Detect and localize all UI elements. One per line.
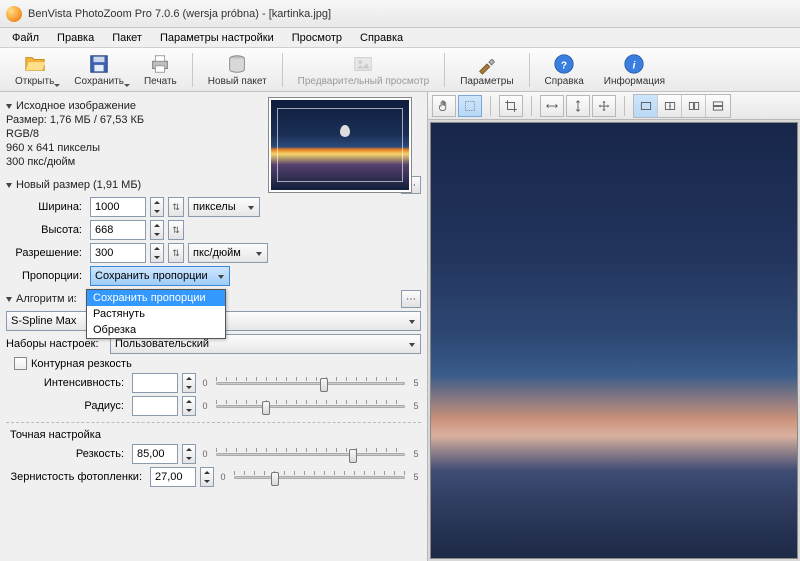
thumbnail[interactable] [269,98,411,192]
window-title: BenVista PhotoZoom Pro 7.0.6 (wersja pró… [28,8,331,20]
edge-sharpness-checkbox[interactable] [14,357,27,370]
lock-aspect-button[interactable]: ⇅ [168,197,184,217]
view-split-horiz-button[interactable] [706,95,730,117]
main-toolbar: Открыть Сохранить Печать Новый пакет Пре… [0,48,800,92]
split-view-group [633,94,731,118]
height-input[interactable] [90,220,146,240]
sharpness-spinner[interactable] [182,444,196,464]
height-spinner[interactable] [150,220,164,240]
folder-open-icon [24,53,46,75]
radius-label: Радиус: [6,400,128,412]
chevron-down-icon [54,84,60,87]
menubar: Файл Правка Пакет Параметры настройки Пр… [0,28,800,48]
toolbar-separator [529,53,530,87]
menu-view[interactable]: Просмотр [284,30,350,46]
right-panel [428,92,800,561]
params-button[interactable]: Параметры [451,50,522,90]
intensity-input[interactable] [132,373,178,393]
toolbar-separator [282,53,283,87]
radius-spinner[interactable] [182,396,196,416]
intensity-spinner[interactable] [182,373,196,393]
ratio-dropdown: Сохранить пропорции Растянуть Обрезка [86,289,226,339]
intensity-label: Интенсивность: [6,377,128,389]
menu-help[interactable]: Справка [352,30,411,46]
menu-file[interactable]: Файл [4,30,47,46]
database-icon [226,53,248,75]
fine-header: Точная настройка [10,429,417,441]
sharpness-input[interactable] [132,444,178,464]
floppy-icon [88,53,110,75]
width-label: Ширина: [6,201,86,213]
info-icon: i [623,53,645,75]
ratio-option-keep[interactable]: Сохранить пропорции [87,290,225,306]
menu-edit[interactable]: Правка [49,30,102,46]
ratio-option-crop[interactable]: Обрезка [87,322,225,338]
grain-slider[interactable] [232,467,407,487]
lock-aspect-button[interactable]: ⇅ [168,243,184,263]
open-button[interactable]: Открыть [6,50,63,90]
width-spinner[interactable] [150,197,164,217]
image-preview[interactable] [430,122,798,559]
preset-label: Наборы настроек: [6,338,106,350]
printer-icon [149,53,171,75]
ratio-option-stretch[interactable]: Растянуть [87,306,225,322]
ratio-label: Пропорции: [6,270,86,282]
info-button[interactable]: i Информация [595,50,674,90]
chevron-down-icon [124,84,130,87]
resolution-label: Разрешение: [6,247,86,259]
svg-text:i: i [633,60,636,71]
new-batch-button[interactable]: Новый пакет [199,50,276,90]
fit-width-button[interactable] [540,95,564,117]
radius-slider[interactable] [214,396,407,416]
chevron-down-icon [6,297,12,302]
ratio-combo[interactable]: Сохранить пропорции [90,266,230,286]
picture-icon [352,53,374,75]
fit-both-button[interactable] [592,95,616,117]
app-icon [6,6,22,22]
sharpness-label: Резкость: [6,448,128,460]
intensity-slider[interactable] [214,373,407,393]
width-input[interactable] [90,197,146,217]
marquee-tool-button[interactable] [458,95,482,117]
view-split-vert-button[interactable] [682,95,706,117]
resolution-spinner[interactable] [150,243,164,263]
chevron-down-icon [6,104,12,109]
crop-tool-button[interactable] [499,95,523,117]
print-button[interactable]: Печать [135,50,186,90]
chevron-down-icon [6,183,12,188]
svg-text:?: ? [561,60,567,71]
help-icon: ? [553,53,575,75]
menu-settings[interactable]: Параметры настройки [152,30,282,46]
grain-label: Зернистость фотопленки: [6,471,146,483]
fit-height-button[interactable] [566,95,590,117]
view-split-center-button[interactable] [658,95,682,117]
tools-icon [476,53,498,75]
algo-options-button[interactable]: ⋯ [401,290,421,308]
resolution-input[interactable] [90,243,146,263]
titlebar: BenVista PhotoZoom Pro 7.0.6 (wersja pró… [0,0,800,28]
height-label: Высота: [6,224,86,236]
toolbar-separator [444,53,445,87]
view-single-button[interactable] [634,95,658,117]
help-button[interactable]: ? Справка [536,50,593,90]
grain-spinner[interactable] [200,467,214,487]
preview-button[interactable]: Предварительный просмотр [289,50,439,90]
view-toolbar [428,92,800,120]
hand-tool-button[interactable] [432,95,456,117]
lock-aspect-button[interactable]: ⇅ [168,220,184,240]
sharpness-slider[interactable] [214,444,407,464]
save-button[interactable]: Сохранить [65,50,133,90]
separator [6,422,421,423]
resolution-unit-combo[interactable]: пкс/дюйм [188,243,268,263]
width-unit-combo[interactable]: пикселы [188,197,260,217]
toolbar-separator [192,53,193,87]
radius-input[interactable] [132,396,178,416]
edge-sharpness-label: Контурная резкость [31,358,132,370]
left-panel: Исходное изображение Размер: 1,76 МБ / 6… [0,92,428,561]
menu-batch[interactable]: Пакет [104,30,150,46]
grain-input[interactable] [150,467,196,487]
